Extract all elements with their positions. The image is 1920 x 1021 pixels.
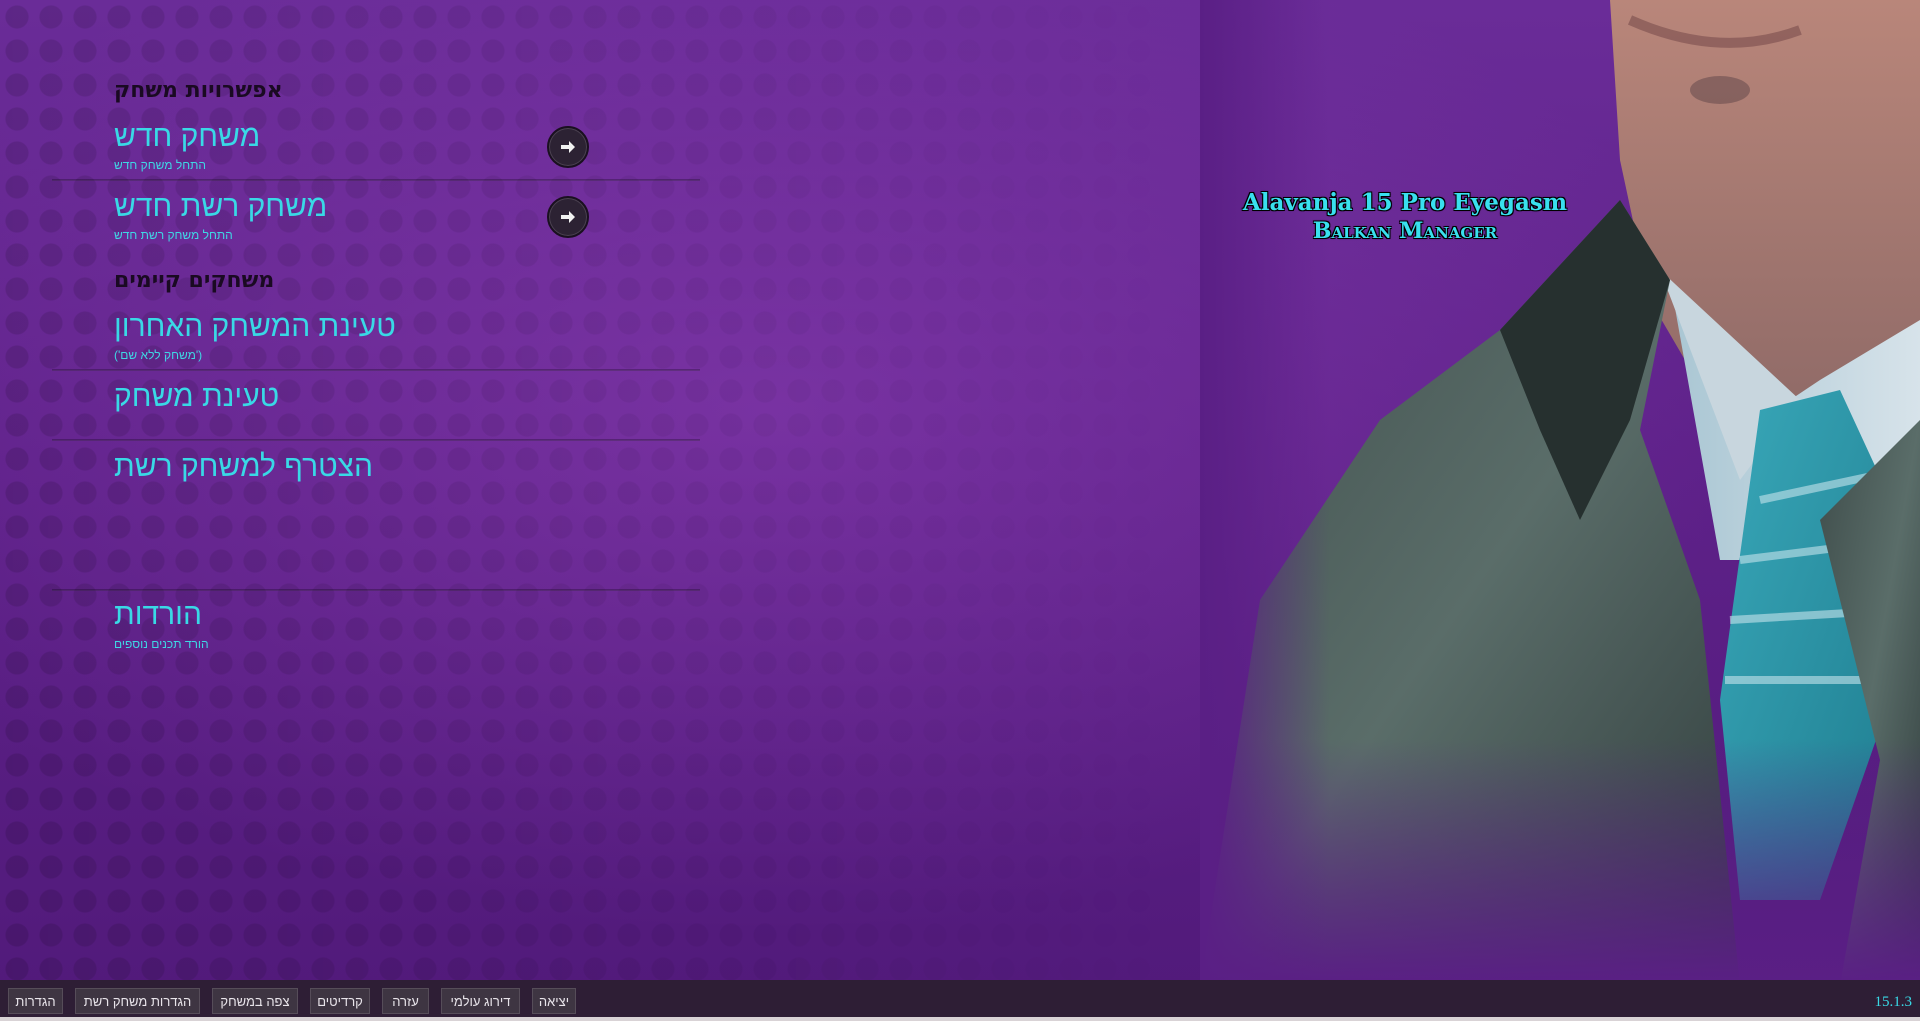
menu-item-load-game[interactable]: טעינת משחק	[52, 372, 700, 438]
new-network-game-sublabel: התחל משחק רשת חדש	[114, 228, 233, 242]
join-network-game-label: הצטרף למשחק רשת	[114, 450, 374, 483]
divider	[52, 369, 700, 371]
world-ranking-button[interactable]: דירוג עולמי	[441, 988, 520, 1014]
logo-title: Alavanja 15 Pro Eyegasm	[1242, 189, 1568, 216]
manager-portrait-image	[1200, 0, 1920, 985]
help-button[interactable]: עזרה	[382, 988, 429, 1014]
divider	[52, 589, 700, 591]
new-network-game-label: משחק רשת חדש	[114, 190, 328, 223]
load-last-game-sublabel: ('משחק ללא שם')	[114, 348, 203, 362]
menu-item-new-game[interactable]: משחק חדש התחל משחק חדש	[52, 112, 700, 178]
divider	[52, 179, 700, 181]
menu-item-load-last-game[interactable]: טעינת המשחק האחרון ('משחק ללא שם')	[52, 302, 700, 368]
new-game-arrow-button[interactable]	[547, 126, 589, 168]
section-title-game-options: אפשרויות משחק	[114, 78, 283, 103]
downloads-label: הורדות	[114, 598, 202, 631]
new-network-game-arrow-button[interactable]	[547, 196, 589, 238]
divider	[52, 439, 700, 441]
menu-item-join-network-game[interactable]: הצטרף למשחק רשת	[52, 442, 700, 508]
watch-game-button[interactable]: צפה במשחק	[212, 988, 298, 1014]
load-last-game-label: טעינת המשחק האחרון	[114, 310, 396, 343]
load-game-label: טעינת משחק	[114, 380, 280, 413]
game-logo: Alavanja 15 Pro Eyegasm Balkan Manager	[1240, 188, 1570, 246]
logo-subtitle: Balkan Manager	[1312, 218, 1498, 244]
settings-button[interactable]: הגדרות	[8, 988, 63, 1014]
menu-item-downloads[interactable]: הורדות הורד תכנים נוספים	[52, 592, 700, 658]
bottom-toolbar: הגדרות הגדרות משחק רשת צפה במשחק קרדיטים…	[0, 980, 1920, 1021]
version-label: 15.1.3	[1874, 994, 1913, 1010]
new-game-label: משחק חדש	[114, 120, 261, 153]
menu-item-new-network-game[interactable]: משחק רשת חדש התחל משחק רשת חדש	[52, 182, 700, 248]
section-title-existing-games: משחקים קיימים	[114, 268, 275, 293]
network-settings-button[interactable]: הגדרות משחק רשת	[75, 988, 200, 1014]
exit-button[interactable]: יציאה	[532, 988, 576, 1014]
new-game-sublabel: התחל משחק חדש	[114, 158, 206, 172]
bottom-border	[0, 1017, 1920, 1021]
arrow-right-icon	[561, 211, 575, 223]
credits-button[interactable]: קרדיטים	[310, 988, 370, 1014]
arrow-right-icon	[561, 141, 575, 153]
downloads-sublabel: הורד תכנים נוספים	[114, 637, 209, 651]
